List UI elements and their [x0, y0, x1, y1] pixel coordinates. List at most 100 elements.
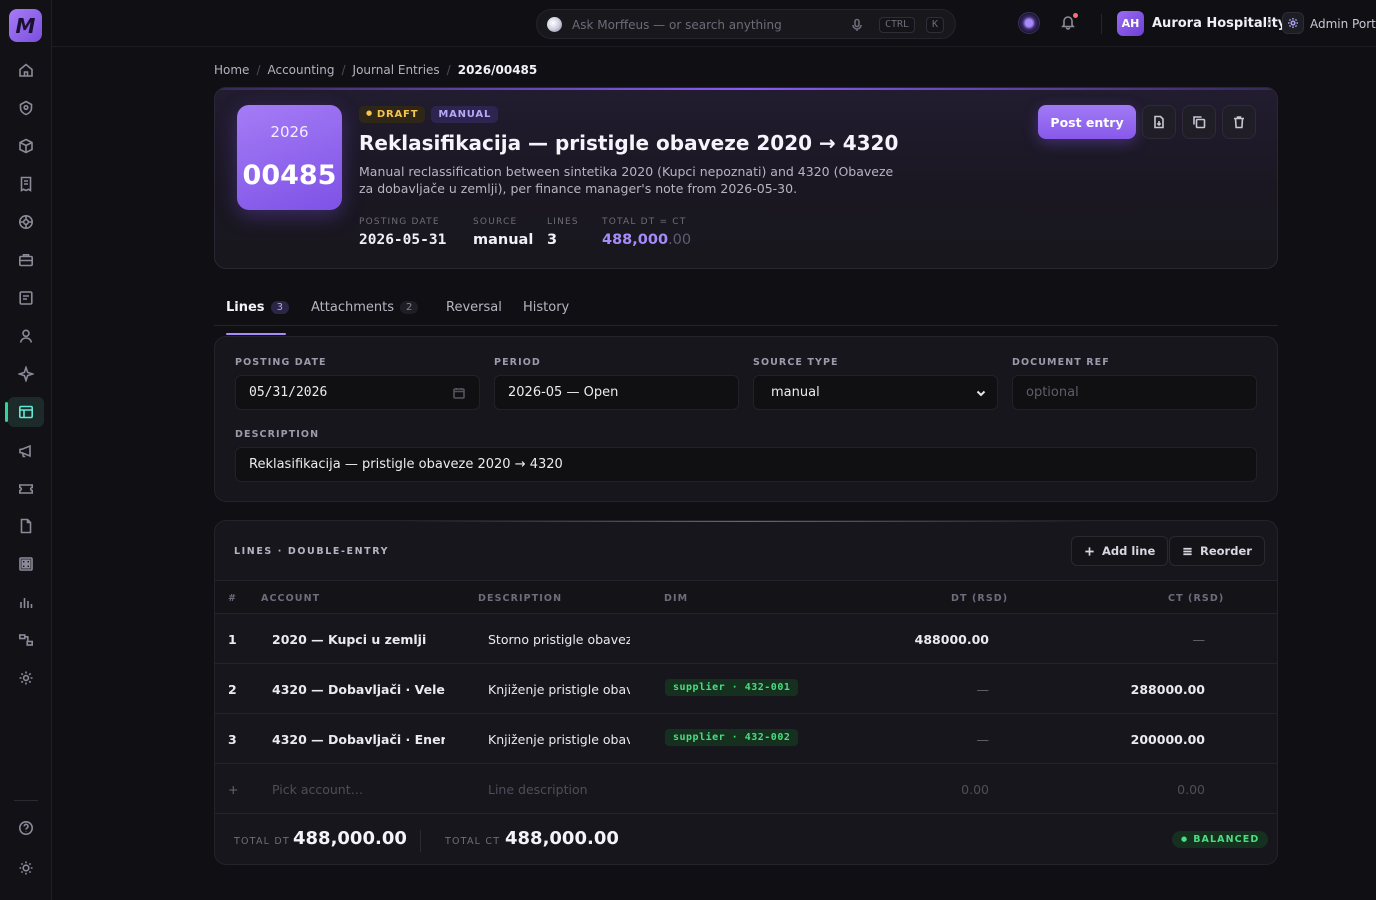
receipt-icon[interactable]: [8, 169, 44, 199]
menu-icon: [1183, 547, 1192, 555]
file-download-icon: [1154, 115, 1164, 129]
line-description-input[interactable]: Line description: [488, 782, 588, 797]
flow-icon[interactable]: [8, 625, 44, 655]
tab-count: 3: [270, 301, 289, 314]
line-account[interactable]: 4320 — Dobavljači · Energija: [272, 732, 445, 747]
search-placeholder[interactable]: Ask Morffeus — or search anything: [572, 18, 782, 32]
document-icon[interactable]: [8, 283, 44, 313]
breadcrumb: Home / Accounting / Journal Entries / 20…: [214, 63, 537, 77]
assistant-button[interactable]: [1018, 12, 1040, 34]
table-icon[interactable]: [5, 397, 44, 427]
total-dt-value: 488,000.00: [293, 828, 407, 849]
tab-attachments[interactable]: Attachments 2: [311, 300, 419, 315]
dimension-tag[interactable]: supplier · 432-001: [665, 679, 799, 696]
shield-icon[interactable]: [8, 93, 44, 123]
breadcrumb-journal-entries[interactable]: Journal Entries: [353, 63, 440, 77]
document-ref-input[interactable]: optional: [1012, 375, 1257, 410]
posting-date-label: POSTING DATE: [235, 357, 327, 368]
ticket-icon[interactable]: [8, 474, 44, 504]
portal-settings-icon[interactable]: [1282, 12, 1304, 34]
table-row[interactable]: 3 4320 — Dobavljači · Energija Knjiženje…: [215, 714, 1277, 764]
breadcrumb-home[interactable]: Home: [214, 63, 249, 77]
box-icon[interactable]: [8, 131, 44, 161]
line-account[interactable]: 2020 — Kupci u zemlji: [272, 632, 445, 647]
reorder-button[interactable]: Reorder: [1169, 536, 1265, 566]
lines-title: LINES · DOUBLE-ENTRY: [234, 546, 390, 557]
new-line-plus[interactable]: +: [228, 782, 238, 797]
meta-label: SOURCE: [473, 217, 518, 227]
description-input[interactable]: Reklasifikacija — pristigle obaveze 2020…: [235, 447, 1257, 482]
line-description[interactable]: Storno pristigle obaveze: [488, 632, 630, 647]
table-row[interactable]: 2 4320 — Dobavljači · Veletrgovina Knjiž…: [215, 664, 1277, 714]
meta-label: TOTAL DT = CT: [602, 217, 687, 227]
lines-table-header: # ACCOUNT DESCRIPTION DIM DT (RSD) CT (R…: [215, 580, 1277, 614]
briefcase-icon[interactable]: [8, 245, 44, 275]
active-tab-indicator: [226, 333, 286, 335]
meta-total: TOTAL DT = CT 488,000.00: [602, 217, 691, 248]
app-logo[interactable]: M: [9, 9, 42, 42]
line-description[interactable]: Knjiženje pristigle obaveze: [488, 732, 630, 747]
account-picker[interactable]: Pick account…: [272, 782, 363, 797]
sun-icon[interactable]: [8, 853, 44, 883]
table-row[interactable]: 1 2020 — Kupci u zemlji Storno pristigle…: [215, 614, 1277, 664]
total-main: 488,000: [602, 232, 669, 248]
posting-date-input[interactable]: 05/31/2026: [235, 375, 480, 410]
dimension-tag[interactable]: supplier · 432-002: [665, 729, 799, 746]
reorder-label: Reorder: [1200, 544, 1252, 558]
meta-lines: LINES 3: [547, 217, 579, 248]
meta-value: 2026-05-31: [359, 232, 447, 248]
export-pdf-button[interactable]: [1142, 105, 1176, 139]
line-ct[interactable]: 200000.00: [1045, 732, 1205, 747]
org-avatar[interactable]: AH: [1117, 11, 1144, 36]
dt-input[interactable]: 0.00: [829, 782, 989, 797]
tab-label: Reversal: [446, 300, 502, 315]
line-account[interactable]: 4320 — Dobavljači · Veletrgovina: [272, 682, 445, 697]
new-line-row[interactable]: + Pick account… Line description 0.00 0.…: [215, 764, 1277, 814]
calendar-icon[interactable]: [453, 387, 465, 399]
add-line-button[interactable]: Add line: [1071, 536, 1169, 566]
status-badge: DRAFT: [359, 106, 426, 123]
delete-button[interactable]: [1222, 105, 1256, 139]
duplicate-button[interactable]: [1182, 105, 1216, 139]
ct-input[interactable]: 0.00: [1045, 782, 1205, 797]
meta-value: 3: [547, 232, 558, 248]
source-type-label: SOURCE TYPE: [753, 357, 839, 368]
source-type-select[interactable]: manual: [753, 375, 998, 410]
notifications-bell-icon[interactable]: [1060, 13, 1078, 30]
line-number: 1: [228, 632, 237, 647]
line-ct[interactable]: —: [1045, 632, 1206, 647]
user-icon[interactable]: [8, 321, 44, 351]
entry-number-tile: 2026 00485: [237, 105, 342, 210]
settings-icon[interactable]: [8, 663, 44, 693]
microphone-icon[interactable]: [850, 17, 864, 31]
line-ct[interactable]: 288000.00: [1045, 682, 1205, 697]
period-field[interactable]: 2026-05 — Open: [494, 375, 739, 410]
sparkle-icon[interactable]: [8, 359, 44, 389]
topbar-divider: [1101, 14, 1102, 34]
tab-label: History: [523, 300, 570, 315]
meta-total-value: 488,000.00: [602, 232, 691, 248]
period-value: 2026-05 — Open: [508, 385, 619, 400]
meta-label: LINES: [547, 217, 579, 227]
post-entry-button[interactable]: Post entry: [1038, 105, 1136, 139]
tab-lines[interactable]: Lines 3: [226, 300, 289, 335]
tab-reversal[interactable]: Reversal: [446, 300, 502, 315]
line-dt[interactable]: —: [829, 682, 990, 697]
total-dt-label: TOTAL DT: [234, 836, 290, 847]
home-icon[interactable]: [8, 55, 44, 85]
line-description[interactable]: Knjiženje pristigle obaveze: [488, 682, 630, 697]
file-icon[interactable]: [8, 511, 44, 541]
grid-icon[interactable]: [8, 549, 44, 579]
globe-icon[interactable]: [8, 207, 44, 237]
portal-name[interactable]: Admin Portal: [1310, 17, 1376, 31]
megaphone-icon[interactable]: [8, 436, 44, 466]
tab-history[interactable]: History: [523, 300, 569, 315]
bar-chart-icon[interactable]: [8, 587, 44, 617]
line-dt[interactable]: —: [829, 732, 990, 747]
topbar: Ask Morffeus — or search anything CTRL K…: [52, 0, 1376, 47]
line-dt[interactable]: 488000.00: [829, 632, 989, 647]
balanced-badge: BALANCED: [1172, 831, 1269, 848]
global-search[interactable]: Ask Morffeus — or search anything CTRL K: [536, 9, 956, 39]
breadcrumb-accounting[interactable]: Accounting: [267, 63, 334, 77]
help-icon[interactable]: [8, 813, 44, 843]
